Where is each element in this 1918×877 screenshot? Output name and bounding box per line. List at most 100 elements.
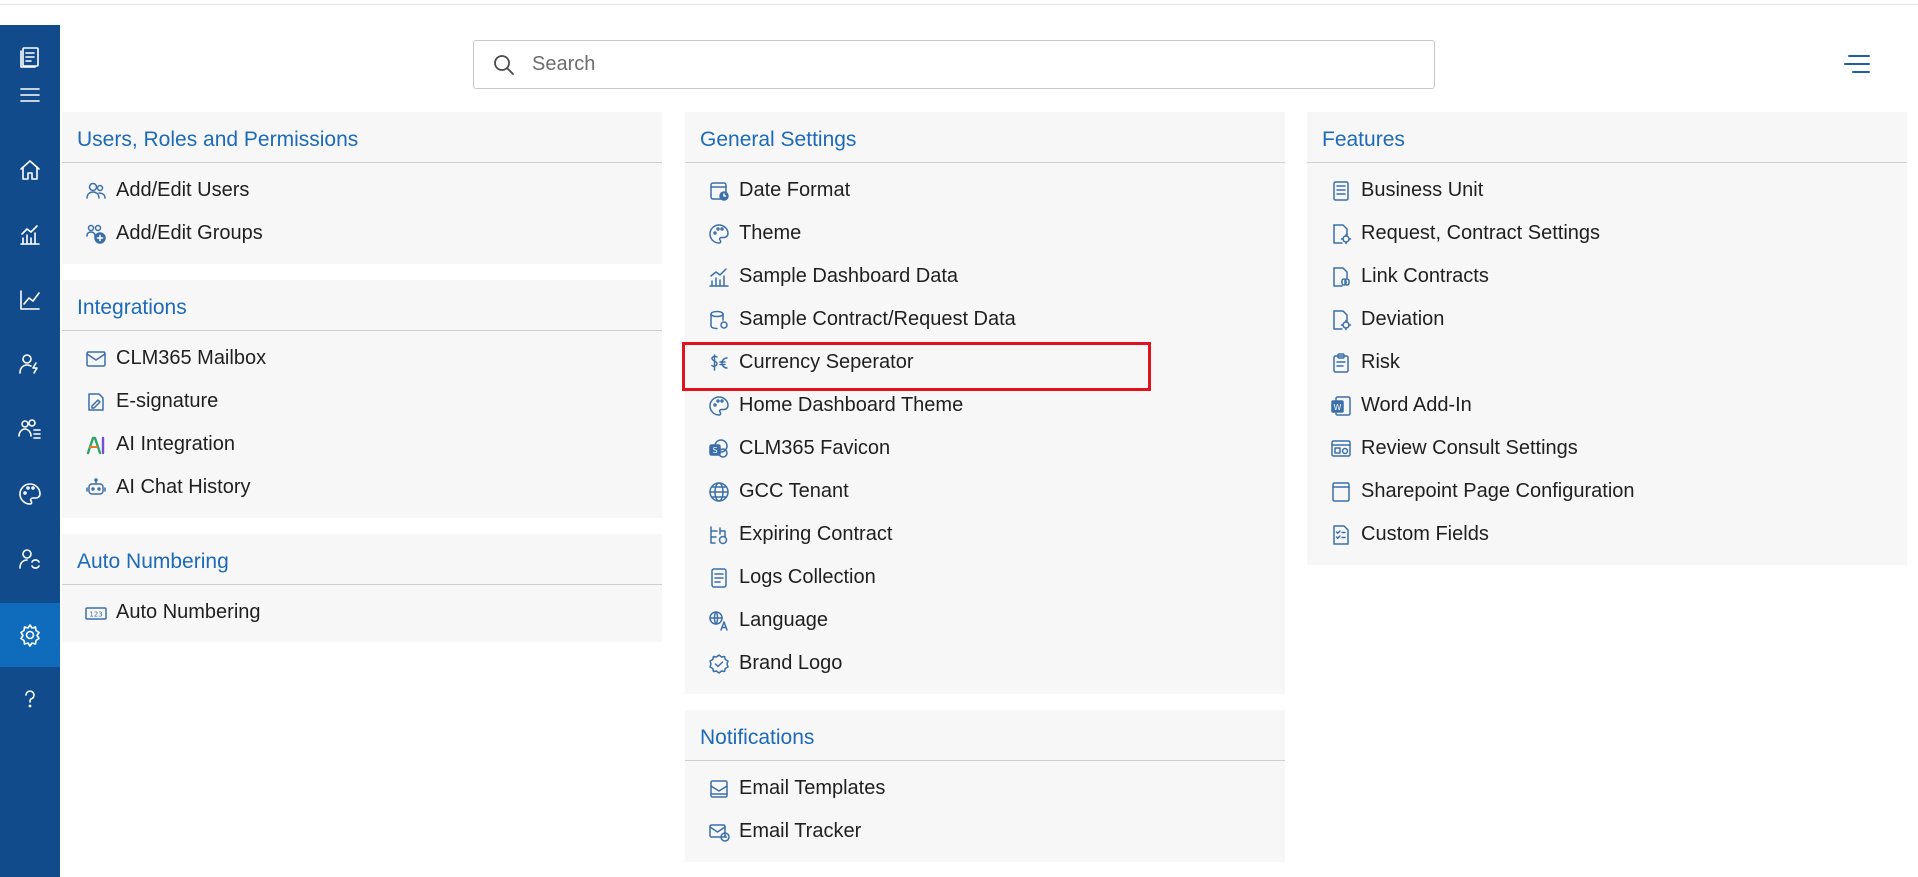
document-gear-icon: [1329, 308, 1353, 332]
home-icon[interactable]: [0, 138, 60, 202]
document-list-icon: [1329, 179, 1353, 203]
menu-item-auto-numbering[interactable]: 123 Auto Numbering: [62, 591, 662, 634]
palette-icon: [707, 222, 731, 246]
menu-item-label: CLM365 Favicon: [739, 437, 891, 459]
bot-icon: [84, 476, 108, 500]
panel-auto-numbering: Auto Numbering 123 Auto Numbering: [62, 534, 662, 642]
signature-icon: [84, 390, 108, 414]
menu-item-review-consult-settings[interactable]: Review Consult Settings: [1307, 427, 1907, 470]
timeline-icon: [707, 523, 731, 547]
menu-item-label: Link Contracts: [1361, 265, 1489, 287]
settings-gear-icon[interactable]: [0, 603, 60, 667]
badge-check-icon: [707, 652, 731, 676]
menu-item-label: Date Format: [739, 179, 851, 201]
menu-item-gcc-tenant[interactable]: GCC Tenant: [685, 470, 1285, 513]
menu-item-label: CLM365 Mailbox: [116, 347, 267, 369]
globe-icon: [707, 480, 731, 504]
search-box[interactable]: [473, 40, 1435, 89]
menu-item-add-edit-groups[interactable]: Add/Edit Groups: [62, 212, 662, 255]
ai-icon: [84, 433, 108, 457]
menu-item-risk[interactable]: Risk: [1307, 341, 1907, 384]
word-icon: W: [1329, 394, 1353, 418]
user-flash-icon[interactable]: [0, 332, 60, 396]
panel-title: Auto Numbering: [62, 534, 662, 585]
mail-icon: [84, 347, 108, 371]
menu-item-theme[interactable]: Theme: [685, 212, 1285, 255]
document-gear-icon: [1329, 222, 1353, 246]
clipboard-icon: [1329, 351, 1353, 375]
menu-item-label: Review Consult Settings: [1361, 437, 1578, 459]
menu-item-label: Auto Numbering: [116, 601, 261, 623]
team-list-icon[interactable]: [0, 397, 60, 461]
panel-features: Features Business Unit Request, Contract…: [1307, 112, 1907, 565]
menu-item-word-add-in[interactable]: W Word Add-In: [1307, 384, 1907, 427]
menu-item-request-contract-settings[interactable]: Request, Contract Settings: [1307, 212, 1907, 255]
bar-chart-icon: [707, 265, 731, 289]
menu-item-clm365-favicon[interactable]: S CLM365 Favicon: [685, 427, 1285, 470]
log-document-icon: [707, 566, 731, 590]
menu-item-label: Word Add-In: [1361, 394, 1472, 416]
menu-item-label: Risk: [1361, 351, 1400, 373]
checklist-icon: [1329, 523, 1353, 547]
menu-item-label: Theme: [739, 222, 802, 244]
panel-title: Notifications: [685, 710, 1285, 761]
search-input[interactable]: [530, 43, 1434, 86]
svg-text:W: W: [1334, 403, 1342, 412]
menu-item-label: Logs Collection: [739, 566, 876, 588]
panel-users-roles: Users, Roles and Permissions Add/Edit Us…: [62, 112, 662, 264]
groups-add-icon: [84, 222, 108, 246]
menu-item-sharepoint-page-configuration[interactable]: Sharepoint Page Configuration: [1307, 470, 1907, 513]
menu-item-business-unit[interactable]: Business Unit: [1307, 169, 1907, 212]
svg-text:S: S: [712, 446, 717, 455]
currency-icon: [707, 351, 731, 375]
help-icon[interactable]: [0, 667, 60, 731]
menu-item-brand-logo[interactable]: Brand Logo: [685, 642, 1285, 685]
menu-item-label: Deviation: [1361, 308, 1445, 330]
panel-title: Integrations: [62, 280, 662, 331]
panel-title: Features: [1307, 112, 1907, 163]
menu-item-label: Language: [739, 609, 828, 631]
menu-item-currency-seperator[interactable]: Currency Seperator: [685, 341, 1285, 384]
email-clock-icon: [707, 820, 731, 844]
menu-item-home-dashboard-theme[interactable]: Home Dashboard Theme: [685, 384, 1285, 427]
hamburger-menu-icon[interactable]: [0, 75, 60, 115]
document-link-icon: [1329, 265, 1353, 289]
menu-item-sample-dashboard-data[interactable]: Sample Dashboard Data: [685, 255, 1285, 298]
trend-line-icon[interactable]: [0, 268, 60, 332]
window-settings-icon: [1329, 437, 1353, 461]
palette-icon[interactable]: [0, 462, 60, 526]
menu-item-add-edit-users[interactable]: Add/Edit Users: [62, 169, 662, 212]
menu-item-label: GCC Tenant: [739, 480, 849, 502]
menu-item-custom-fields[interactable]: Custom Fields: [1307, 513, 1907, 556]
menu-item-date-format[interactable]: Date Format: [685, 169, 1285, 212]
menu-item-email-tracker[interactable]: Email Tracker: [685, 810, 1285, 853]
panel-title: General Settings: [685, 112, 1285, 163]
menu-item-label: Business Unit: [1361, 179, 1484, 201]
menu-item-email-templates[interactable]: Email Templates: [685, 767, 1285, 810]
calendar-clock-icon: [707, 179, 731, 203]
collapse-menu-icon[interactable]: [1840, 50, 1870, 78]
user-sync-icon[interactable]: [0, 527, 60, 591]
menu-item-label: Brand Logo: [739, 652, 843, 674]
search-icon: [492, 53, 516, 77]
menu-item-sample-contract-request-data[interactable]: Sample Contract/Request Data: [685, 298, 1285, 341]
menu-item-expiring-contract[interactable]: Expiring Contract: [685, 513, 1285, 556]
menu-item-label: Sharepoint Page Configuration: [1361, 480, 1635, 502]
menu-item-ai-integration[interactable]: AI Integration: [62, 423, 662, 466]
dashboard-chart-icon[interactable]: [0, 203, 60, 267]
menu-item-label: Email Tracker: [739, 820, 862, 842]
menu-item-clm365-mailbox[interactable]: CLM365 Mailbox: [62, 337, 662, 380]
menu-item-label: AI Integration: [116, 433, 235, 455]
database-gear-icon: [707, 308, 731, 332]
menu-item-deviation[interactable]: Deviation: [1307, 298, 1907, 341]
menu-item-language[interactable]: Language: [685, 599, 1285, 642]
top-border: [0, 0, 1918, 5]
page-icon: [1329, 480, 1353, 504]
menu-item-e-signature[interactable]: E-signature: [62, 380, 662, 423]
menu-item-label: E-signature: [116, 390, 219, 412]
svg-text:123: 123: [89, 610, 102, 618]
sharepoint-icon: S: [707, 437, 731, 461]
menu-item-link-contracts[interactable]: Link Contracts: [1307, 255, 1907, 298]
menu-item-ai-chat-history[interactable]: AI Chat History: [62, 466, 662, 509]
menu-item-logs-collection[interactable]: Logs Collection: [685, 556, 1285, 599]
